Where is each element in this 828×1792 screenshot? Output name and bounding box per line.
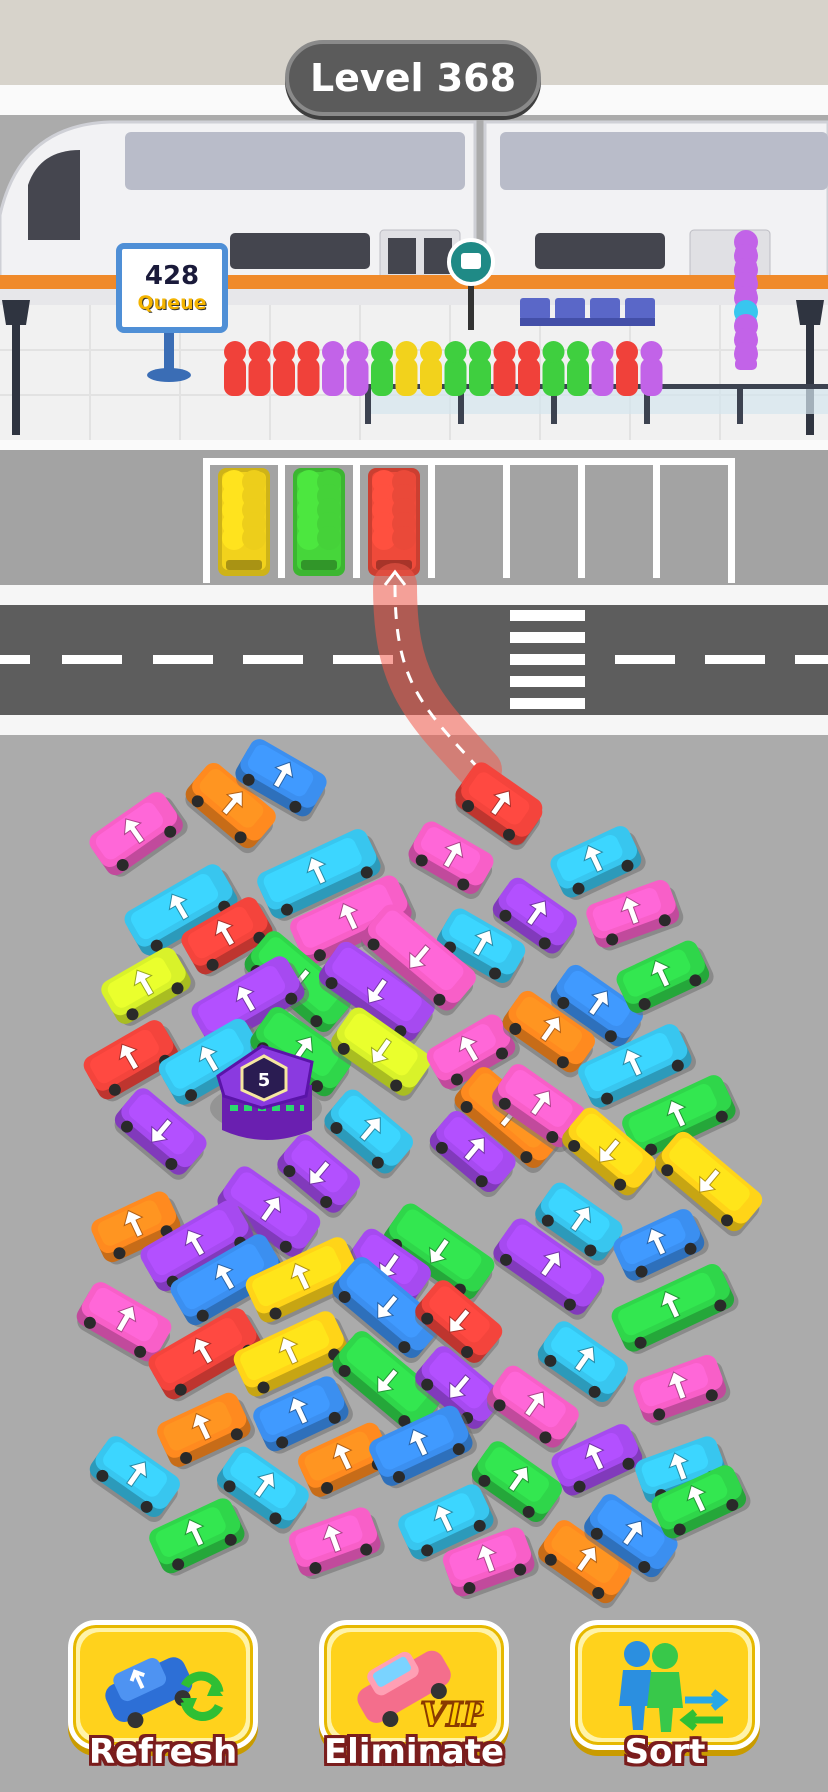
passenger: [734, 342, 758, 370]
eliminate-button[interactable]: VIP Eliminate: [319, 1620, 509, 1778]
sort-people-icon: [619, 1641, 729, 1732]
sort-label: Sort: [624, 1732, 706, 1772]
eliminate-label: Eliminate: [323, 1732, 505, 1772]
vip-badge: VIP: [420, 1695, 484, 1734]
passenger: [371, 341, 393, 396]
passenger: [322, 341, 344, 396]
parked-bus: [368, 468, 420, 576]
parked-bus: [293, 468, 345, 576]
passenger: [493, 341, 516, 396]
passenger: [395, 341, 418, 396]
eliminate-car-icon: VIP: [357, 1650, 484, 1734]
refresh-label: Refresh: [88, 1732, 238, 1772]
passenger: [542, 341, 565, 396]
passenger: [591, 341, 614, 396]
passenger: [346, 341, 369, 396]
passenger: [224, 341, 246, 396]
parked-bus: [218, 468, 270, 576]
refresh-button[interactable]: Refresh: [68, 1620, 258, 1778]
refresh-car-icon: [105, 1657, 224, 1729]
level-indicator: Level 368: [285, 40, 541, 116]
passenger: [567, 341, 589, 396]
queue-label: Queue: [137, 292, 207, 314]
platform-curb: [0, 440, 828, 450]
parked-buses: [218, 468, 420, 576]
passenger: [518, 341, 540, 396]
passenger-queue-column: [734, 230, 758, 370]
passenger: [273, 341, 295, 396]
sort-button[interactable]: Sort: [570, 1620, 760, 1778]
passenger: [469, 341, 491, 396]
queue-sign-base: [147, 368, 191, 382]
passenger: [297, 341, 320, 396]
queue-sign: 428 Queue: [116, 243, 228, 333]
passenger: [444, 341, 467, 396]
passenger: [420, 341, 442, 396]
queue-count: 428: [144, 261, 200, 291]
passenger: [248, 341, 271, 396]
mystery-block-number: 5: [258, 1070, 271, 1091]
passenger: [616, 341, 638, 396]
passenger: [640, 341, 663, 396]
